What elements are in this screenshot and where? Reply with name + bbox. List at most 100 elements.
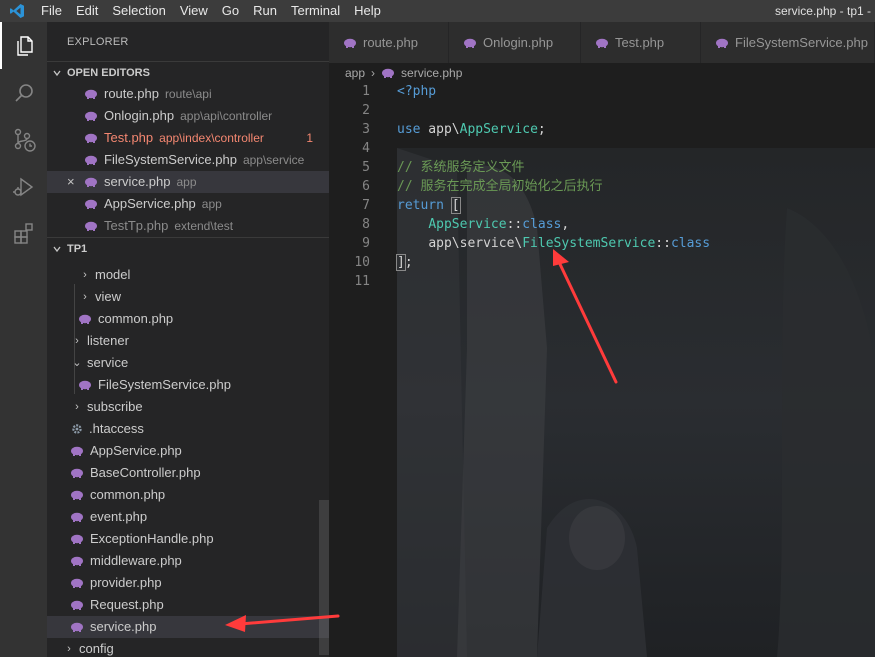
tree-file[interactable]: common.php <box>47 308 329 330</box>
tree-file-active[interactable]: service.php <box>47 616 329 638</box>
menu-view[interactable]: View <box>173 0 215 22</box>
php-elephant-icon <box>344 38 356 48</box>
line-number: 3 <box>362 122 370 137</box>
breadcrumb-file[interactable]: service.php <box>401 66 462 80</box>
sidebar-scrollbar[interactable] <box>319 500 329 655</box>
tab-filesystemservice[interactable]: FileSystemService.php <box>701 22 875 63</box>
php-elephant-icon <box>716 38 728 48</box>
tree-label: common.php <box>98 311 174 326</box>
window-title: service.php - tp1 - <box>774 4 871 18</box>
tab-label: Test.php <box>615 35 665 50</box>
code-keyword: class <box>522 217 562 232</box>
line-number: 4 <box>362 141 370 156</box>
code-operator: :: <box>506 217 523 232</box>
extensions-icon[interactable] <box>0 210 47 257</box>
tab-route[interactable]: route.php <box>329 22 449 63</box>
tree-label: AppService.php <box>90 443 182 458</box>
open-editor-item[interactable]: TestTp.php extend\test <box>47 215 329 237</box>
php-elephant-icon <box>71 578 83 588</box>
tree-folder[interactable]: › config <box>47 638 329 657</box>
tab-test[interactable]: Test.php <box>581 22 701 63</box>
run-debug-icon[interactable] <box>0 163 47 210</box>
open-editor-item[interactable]: Test.php app\index\controller 1 <box>47 127 329 149</box>
tab-onlogin[interactable]: Onlogin.php <box>449 22 581 63</box>
tab-label: Onlogin.php <box>483 35 554 50</box>
tree-folder[interactable]: › view <box>47 286 329 308</box>
tree-file[interactable]: ExceptionHandle.php <box>47 528 329 550</box>
tree-file[interactable]: .htaccess <box>47 418 329 440</box>
tree-label: listener <box>87 333 129 348</box>
line-number: 6 <box>362 179 370 194</box>
tree-label: provider.php <box>90 575 162 590</box>
source-control-icon[interactable] <box>0 116 47 163</box>
tree-file[interactable]: middleware.php <box>47 550 329 572</box>
code-keyword: return <box>397 198 444 213</box>
tree-folder[interactable]: › model <box>47 264 329 286</box>
open-editors-header[interactable]: OPEN EDITORS <box>47 61 329 83</box>
title-bar: File Edit Selection View Go Run Terminal… <box>0 0 875 22</box>
menu-edit[interactable]: Edit <box>69 0 105 22</box>
code-line: AppService::class, <box>397 215 710 234</box>
code-line: <?php <box>397 82 710 101</box>
code-line: // 服务在完成全局初始化之后执行 <box>397 177 710 196</box>
php-elephant-icon <box>79 380 91 390</box>
php-elephant-icon <box>596 38 608 48</box>
tree-folder[interactable]: › listener <box>47 330 329 352</box>
project-tp1-header[interactable]: TP1 <box>47 237 329 259</box>
code-lines: <?php use app\AppService; // 系统服务定义文件 //… <box>396 82 710 291</box>
php-elephant-icon <box>71 534 83 544</box>
menu-file[interactable]: File <box>34 0 69 22</box>
editor-tabs: route.php Onlogin.php Test.php FileSyste… <box>329 22 875 63</box>
menu-run[interactable]: Run <box>246 0 284 22</box>
menu-terminal[interactable]: Terminal <box>284 0 347 22</box>
open-editor-item-active[interactable]: × service.php app <box>47 171 329 193</box>
tree-folder-open[interactable]: ⌄ service <box>47 352 329 374</box>
tree-file[interactable]: BaseController.php <box>47 462 329 484</box>
tree-label: event.php <box>90 509 148 524</box>
menu-help[interactable]: Help <box>347 0 388 22</box>
gear-icon <box>72 424 82 434</box>
breadcrumb-folder[interactable]: app <box>345 66 365 80</box>
code-line: // 系统服务定义文件 <box>397 158 710 177</box>
tree-file[interactable]: FileSystemService.php <box>47 374 329 396</box>
close-icon[interactable]: × <box>67 171 75 193</box>
file-path: app\index\controller <box>159 131 264 145</box>
file-path: app\service <box>242 153 305 167</box>
tree-folder[interactable]: › subscribe <box>47 396 329 418</box>
search-icon[interactable] <box>0 69 47 116</box>
php-elephant-icon <box>85 89 97 99</box>
code-operator: :: <box>655 236 671 251</box>
explorer-icon[interactable] <box>0 22 47 69</box>
tree-file[interactable]: common.php <box>47 484 329 506</box>
php-elephant-icon <box>85 133 97 143</box>
php-elephant-icon <box>464 38 476 48</box>
bracket-match: ] <box>396 254 406 271</box>
php-elephant-icon <box>85 177 97 187</box>
code-editor[interactable]: 1 2 3 4 5 6 7 8 9 10 11 <?php use app\Ap… <box>329 82 875 657</box>
open-editor-item[interactable]: FileSystemService.php app\service <box>47 149 329 171</box>
php-elephant-icon <box>79 314 91 324</box>
code-line: use app\AppService; <box>397 120 710 139</box>
tree-label: FileSystemService.php <box>98 377 231 392</box>
tree-label: ExceptionHandle.php <box>90 531 214 546</box>
open-editor-item[interactable]: Onlogin.php app\api\controller <box>47 105 329 127</box>
open-editor-item[interactable]: AppService.php app <box>47 193 329 215</box>
open-editor-item[interactable]: route.php route\api <box>47 83 329 105</box>
tree-file[interactable]: provider.php <box>47 572 329 594</box>
menu-go[interactable]: Go <box>215 0 246 22</box>
file-name: FileSystemService.php <box>104 152 237 167</box>
line-number: 10 <box>354 255 370 270</box>
tree-label: service.php <box>90 619 157 634</box>
tree-file[interactable]: AppService.php <box>47 440 329 462</box>
tree-file[interactable]: Request.php <box>47 594 329 616</box>
explorer-sidebar: EXPLORER OPEN EDITORS route.php route\ap… <box>47 22 329 657</box>
code-punct: ; <box>537 122 546 137</box>
file-name: Onlogin.php <box>104 108 175 123</box>
tree-file[interactable]: event.php <box>47 506 329 528</box>
tree-label: Request.php <box>90 597 164 612</box>
menu-selection[interactable]: Selection <box>105 0 172 22</box>
php-elephant-icon <box>71 446 83 456</box>
line-number: 5 <box>362 160 370 175</box>
